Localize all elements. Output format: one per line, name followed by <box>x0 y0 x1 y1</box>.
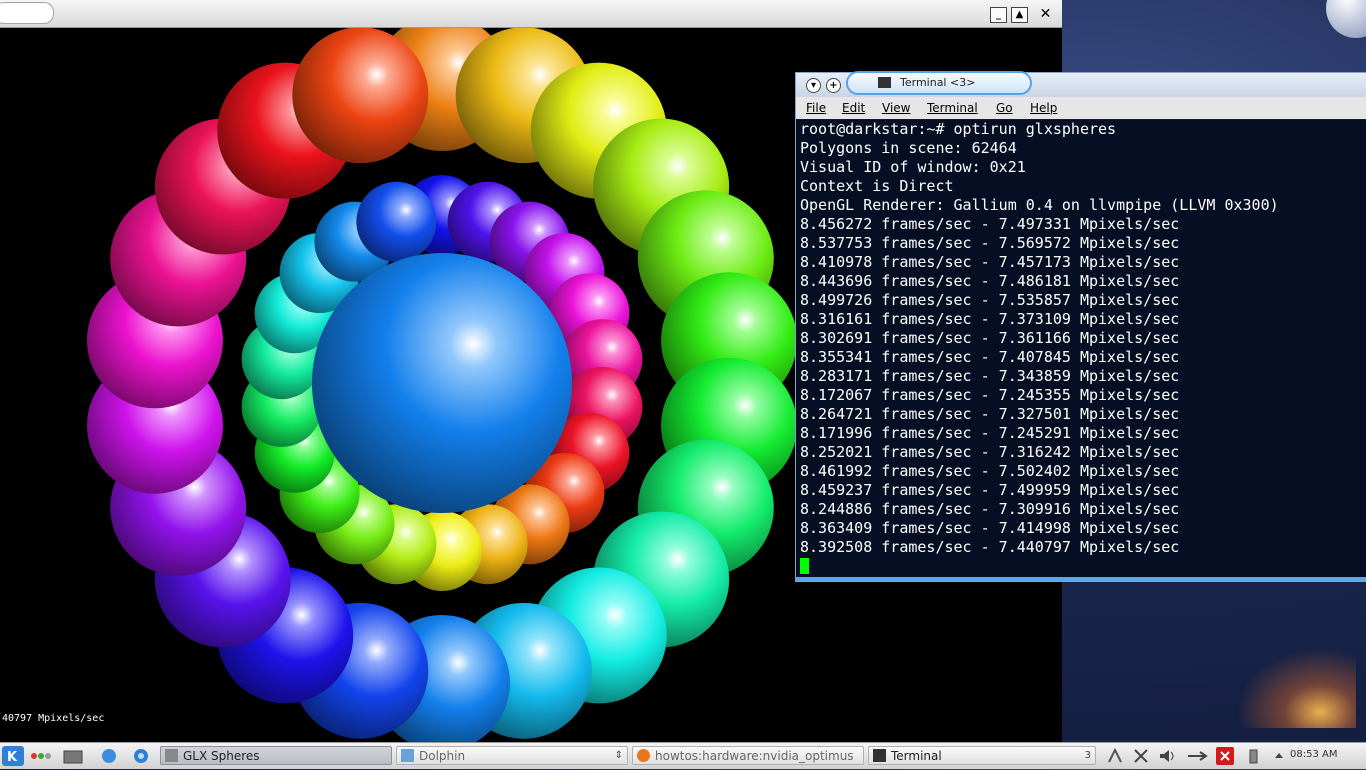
terminal-title-tab[interactable]: Terminal <3> <box>846 71 1032 95</box>
terminal-line: 8.410978 frames/sec - 7.457173 Mpixels/s… <box>800 253 1180 271</box>
desktop-wallpaper-flare <box>1236 648 1356 728</box>
kde-menu-icon[interactable]: K <box>2 746 24 766</box>
terminal-window[interactable]: ▾ + Terminal <3> File Edit View Terminal… <box>795 71 1366 582</box>
task-glx-spheres[interactable]: GLX Spheres <box>160 746 392 765</box>
terminal-cursor <box>800 558 809 574</box>
window-menu-button[interactable]: ▾ <box>806 78 821 93</box>
network-folder-icon[interactable] <box>132 747 150 765</box>
task-firefox[interactable]: howtos:hardware:nvidia_optimus <box>632 746 864 765</box>
svg-text:K: K <box>7 750 18 765</box>
terminal-line: 8.461992 frames/sec - 7.502402 Mpixels/s… <box>800 462 1180 480</box>
terminal-line: Polygons in scene: 62464 <box>800 139 1017 157</box>
terminal-line: 8.283171 frames/sec - 7.343859 Mpixels/s… <box>800 367 1180 385</box>
menu-view[interactable]: View <box>882 101 910 116</box>
scissors-icon[interactable] <box>1132 747 1150 765</box>
terminal-line: 8.171996 frames/sec - 7.245291 Mpixels/s… <box>800 424 1180 442</box>
maximize-button[interactable]: ▲ <box>1011 7 1028 23</box>
menu-file[interactable]: File <box>806 101 826 116</box>
terminal-menubar: File Edit View Terminal Go Help <box>796 97 1366 120</box>
terminal-line: 8.355341 frames/sec - 7.407845 Mpixels/s… <box>800 348 1180 366</box>
tray-expand-icon[interactable] <box>1272 747 1286 765</box>
minimize-button[interactable]: _ <box>990 7 1007 23</box>
terminal-line: 8.264721 frames/sec - 7.327501 Mpixels/s… <box>800 405 1180 423</box>
task-count-badge: 3 <box>1084 750 1091 761</box>
task-label: Terminal <box>891 749 942 763</box>
glx-titlebar[interactable]: _ ▲ ✕ <box>0 0 1062 28</box>
terminal-line: 8.392508 frames/sec - 7.440797 Mpixels/s… <box>800 538 1180 556</box>
terminal-line: Visual ID of window: 0x21 <box>800 158 1026 176</box>
keep-above-button[interactable]: + <box>826 78 841 93</box>
terminal-line: OpenGL Renderer: Gallium 0.4 on llvmpipe… <box>800 196 1279 214</box>
terminal-line: 8.316161 frames/sec - 7.373109 Mpixels/s… <box>800 310 1180 328</box>
terminal-output[interactable]: root@darkstar:~# optirun glxspheres Poly… <box>796 119 1366 577</box>
show-desktop-icon[interactable] <box>62 747 83 765</box>
terminal-line: 8.459237 frames/sec - 7.499959 Mpixels/s… <box>800 481 1180 499</box>
home-folder-icon[interactable] <box>100 747 118 765</box>
terminal-line: 8.499726 frames/sec - 7.535857 Mpixels/s… <box>800 291 1180 309</box>
task-dolphin[interactable]: Dolphin ⇕ <box>396 746 628 765</box>
terminal-icon <box>878 77 891 88</box>
desktop-wallpaper-globe <box>1326 0 1366 38</box>
inner-ring-sphere <box>356 181 437 262</box>
terminal-line: 8.244886 frames/sec - 7.309916 Mpixels/s… <box>800 500 1180 518</box>
task-label: Dolphin <box>419 749 466 763</box>
terminal-line: 8.443696 frames/sec - 7.486181 Mpixels/s… <box>800 272 1180 290</box>
menu-terminal[interactable]: Terminal <box>927 101 978 116</box>
folder-icon <box>401 749 414 762</box>
terminal-title: Terminal <3> <box>900 76 976 89</box>
center-sphere <box>312 253 572 513</box>
terminal-line: 8.302691 frames/sec - 7.361166 Mpixels/s… <box>800 329 1180 347</box>
terminal-line: 8.172067 frames/sec - 7.245355 Mpixels/s… <box>800 386 1180 404</box>
terminal-line: 8.252021 frames/sec - 7.316242 Mpixels/s… <box>800 443 1180 461</box>
terminal-line: 8.456272 frames/sec - 7.497331 Mpixels/s… <box>800 215 1180 233</box>
error-notification-icon[interactable] <box>1216 747 1234 765</box>
taskbar: K GLX Spheres Dolphin ⇕ howtos:hardware:… <box>0 742 1366 769</box>
task-label: GLX Spheres <box>183 749 260 763</box>
task-scroll-icon: ⇕ <box>614 750 623 761</box>
menu-help[interactable]: Help <box>1030 101 1057 116</box>
terminal-line: Context is Direct <box>800 177 954 195</box>
outer-ring-sphere <box>292 28 429 164</box>
terminal-icon <box>873 749 886 762</box>
terminal-line: 8.363409 frames/sec - 7.414998 Mpixels/s… <box>800 519 1180 537</box>
task-label: howtos:hardware:nvidia_optimus <box>655 749 854 763</box>
glx-title-tab[interactable] <box>0 2 54 24</box>
terminal-titlebar[interactable]: ▾ + Terminal <3> <box>796 71 1366 97</box>
network-manager-icon[interactable] <box>1106 747 1124 765</box>
clock[interactable]: 08:53 AM <box>1290 748 1337 762</box>
menu-go[interactable]: Go <box>996 101 1013 116</box>
usb-icon[interactable] <box>1186 747 1208 765</box>
close-button[interactable]: ✕ <box>1038 7 1053 21</box>
terminal-bottom-border <box>796 577 1366 581</box>
terminal-line: root@darkstar:~# optirun glxspheres <box>800 120 1117 138</box>
terminal-line: 8.537753 frames/sec - 7.569572 Mpixels/s… <box>800 234 1180 252</box>
glx-status-text: 40797 Mpixels/sec <box>2 713 105 724</box>
volume-icon[interactable] <box>1158 747 1176 765</box>
task-terminal[interactable]: Terminal 3 <box>868 746 1096 765</box>
pager-icon[interactable] <box>30 747 51 765</box>
firefox-icon <box>637 749 650 762</box>
menu-edit[interactable]: Edit <box>842 101 865 116</box>
battery-icon[interactable] <box>1244 747 1262 765</box>
glx-app-icon <box>165 749 178 762</box>
